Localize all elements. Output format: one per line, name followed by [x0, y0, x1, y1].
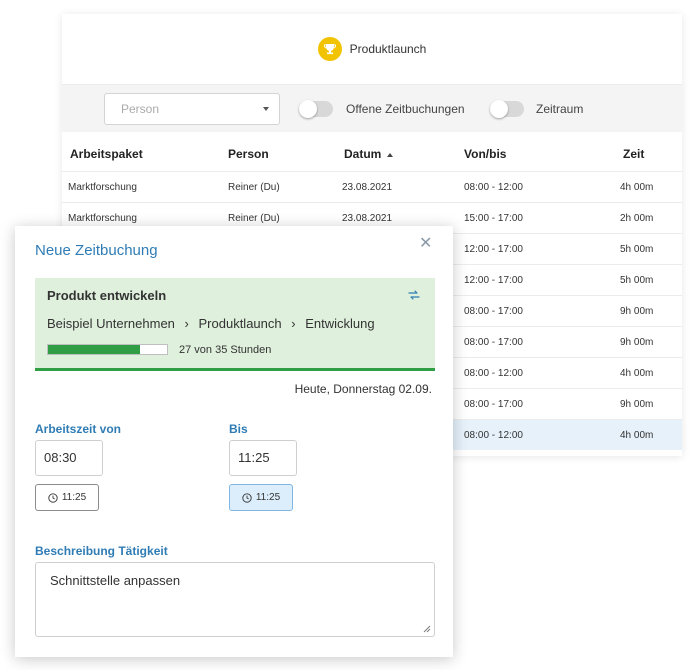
cell-from-to: 08:00 - 17:00 [464, 306, 523, 317]
breadcrumb-work-package: Entwicklung [305, 316, 375, 331]
cell-from-to: 08:00 - 12:00 [464, 182, 523, 193]
clock-icon [242, 492, 252, 503]
chevron-down-icon [263, 107, 269, 111]
clock-icon [48, 492, 58, 503]
cell-time: 5h 00m [620, 275, 654, 286]
cell-from-to: 08:00 - 12:00 [464, 430, 523, 441]
toggle-knob [490, 100, 508, 118]
project-header: Produktlaunch [62, 14, 682, 84]
description-label: Beschreibung Tätigkeit [35, 544, 168, 558]
person-select[interactable]: Person [104, 93, 280, 125]
task-breadcrumb: Beispiel Unternehmen › Produktlaunch › E… [47, 316, 375, 331]
cell-person: Reiner (Du) [228, 182, 280, 193]
cell-time: 4h 00m [620, 430, 654, 441]
column-header-person[interactable]: Person [228, 147, 269, 161]
cell-time: 9h 00m [620, 306, 654, 317]
column-header-time[interactable]: Zeit [623, 147, 644, 161]
breadcrumb-project: Produktlaunch [198, 316, 282, 331]
breadcrumb-company: Beispiel Unternehmen [47, 316, 175, 331]
dialog-title: Neue Zeitbuchung [35, 242, 158, 259]
close-icon[interactable]: ✕ [419, 236, 432, 252]
description-text: Schnittstelle anpassen [50, 573, 181, 588]
cell-time: 4h 00m [620, 368, 654, 379]
filter-bar: Person Offene Zeitbuchungen Zeitraum [62, 84, 682, 132]
cell-from-to: 08:00 - 17:00 [464, 337, 523, 348]
cell-date: 23.08.2021 [342, 182, 393, 193]
task-card[interactable]: Produkt entwickeln Beispiel Unternehmen … [35, 278, 435, 371]
resize-grip-icon[interactable] [422, 624, 431, 633]
start-time-input[interactable]: 08:30 [35, 440, 103, 476]
sort-ascending-icon [387, 152, 394, 157]
breadcrumb-separator-icon: › [291, 316, 296, 331]
end-time-label: Bis [229, 422, 248, 436]
cell-time: 9h 00m [620, 399, 654, 410]
task-title: Produkt entwickeln [47, 288, 167, 303]
description-textarea[interactable]: Schnittstelle anpassen [35, 562, 435, 637]
end-time-input[interactable]: 11:25 [229, 440, 297, 476]
hours-progress-fill [48, 345, 140, 354]
hours-progress-text: 27 von 35 Stunden [179, 344, 272, 356]
cell-from-to: 08:00 - 12:00 [464, 368, 523, 379]
cell-time: 9h 00m [620, 337, 654, 348]
column-header-from-to[interactable]: Von/bis [464, 147, 506, 161]
new-time-booking-dialog: Neue Zeitbuchung ✕ Produkt entwickeln Be… [15, 226, 453, 657]
cell-from-to: 08:00 - 17:00 [464, 399, 523, 410]
start-time-now-label: 11:25 [61, 492, 87, 503]
column-header-date[interactable]: Datum [344, 147, 394, 161]
cell-time: 4h 00m [620, 182, 654, 193]
column-header-date-label: Datum [344, 147, 382, 161]
breadcrumb-separator-icon: › [184, 316, 189, 331]
switch-task-icon[interactable] [408, 289, 420, 303]
booking-date[interactable]: Heute, Donnerstag 02.09. [295, 382, 432, 396]
end-time-now-label: 11:25 [255, 492, 281, 503]
hours-progress-bar [47, 344, 168, 355]
start-time-now-button[interactable]: 11:25 [35, 484, 99, 511]
trophy-icon [317, 37, 342, 61]
project-name[interactable]: Produktlaunch [350, 42, 427, 56]
cell-from-to: 15:00 - 17:00 [464, 213, 523, 224]
open-bookings-label: Offene Zeitbuchungen [346, 102, 465, 116]
date-range-toggle[interactable] [490, 100, 524, 118]
cell-time: 2h 00m [620, 213, 654, 224]
column-header-work-package[interactable]: Arbeitspaket [70, 147, 143, 161]
start-time-label: Arbeitszeit von [35, 422, 122, 436]
cell-from-to: 12:00 - 17:00 [464, 275, 523, 286]
end-time-now-button[interactable]: 11:25 [229, 484, 293, 511]
open-bookings-toggle[interactable] [299, 100, 333, 118]
person-select-placeholder: Person [121, 102, 160, 116]
table-row[interactable]: Marktforschung Reiner (Du) 23.08.2021 08:00… [62, 171, 682, 202]
cell-from-to: 12:00 - 17:00 [464, 244, 523, 255]
toggle-knob [299, 100, 317, 118]
cell-time: 5h 00m [620, 244, 654, 255]
date-range-label: Zeitraum [536, 102, 584, 116]
cell-work-package: Marktforschung [68, 182, 137, 193]
